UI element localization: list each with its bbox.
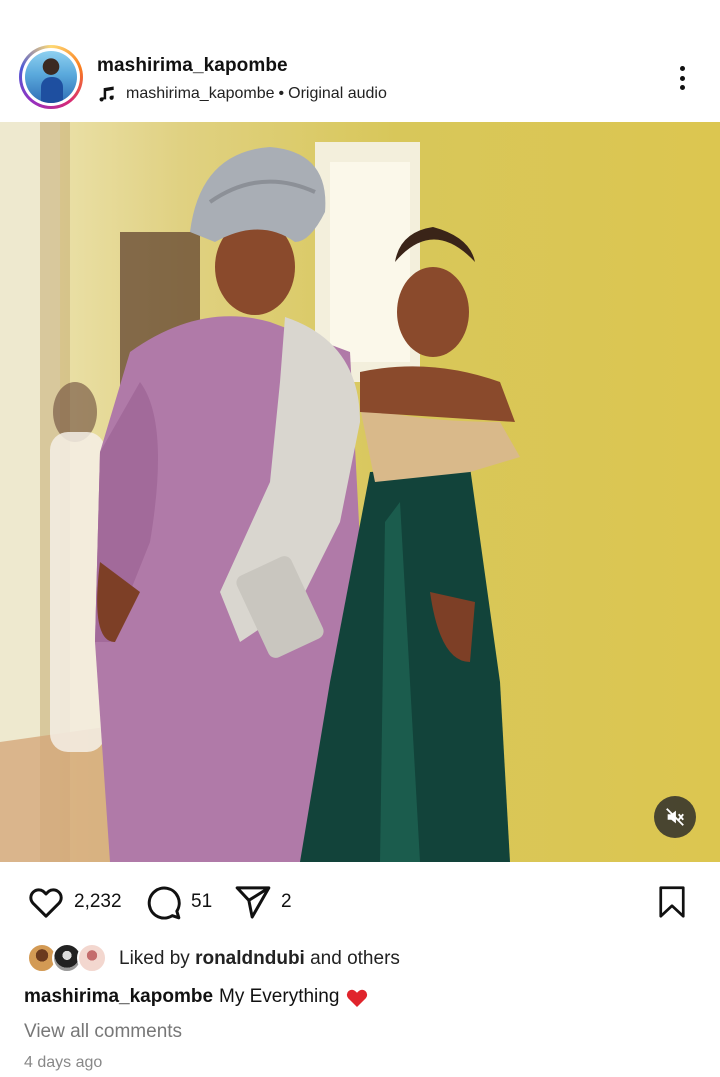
post-media[interactable] bbox=[0, 122, 720, 862]
muted-speaker-icon bbox=[666, 808, 684, 826]
heart-icon bbox=[29, 888, 63, 918]
share-button[interactable]: 2 bbox=[233, 882, 292, 922]
share-count[interactable]: 2 bbox=[281, 891, 292, 913]
liked-by-user[interactable]: ronaldndubi bbox=[195, 948, 305, 969]
post-timestamp: 4 days ago bbox=[24, 1054, 103, 1071]
audio-user: mashirima_kapombe bbox=[126, 85, 275, 102]
send-icon bbox=[235, 886, 271, 919]
avatar-image bbox=[25, 51, 77, 103]
liked-by-suffix[interactable]: and others bbox=[310, 948, 400, 969]
more-dot bbox=[679, 85, 685, 90]
audio-link[interactable]: mashirima_kapombe • Original audio bbox=[97, 83, 387, 105]
profile-avatar[interactable] bbox=[19, 45, 83, 109]
bookmark-icon[interactable] bbox=[654, 883, 690, 921]
liker-avatar bbox=[77, 943, 107, 973]
more-vertical-icon[interactable] bbox=[670, 62, 694, 94]
comment-count[interactable]: 51 bbox=[191, 891, 212, 913]
post-username[interactable]: mashirima_kapombe bbox=[97, 55, 288, 77]
caption-text: My Everything bbox=[219, 986, 340, 1007]
avatar-border bbox=[22, 48, 80, 106]
post-photo bbox=[0, 122, 520, 862]
like-button[interactable]: 2,232 bbox=[26, 882, 122, 922]
liked-by-text: Liked by ronaldndubi and others bbox=[119, 948, 400, 970]
music-note-icon bbox=[99, 86, 114, 102]
liker-avatars bbox=[27, 943, 111, 975]
comment-bubble-icon bbox=[147, 886, 181, 920]
audio-label: Original audio bbox=[288, 85, 387, 102]
red-heart-emoji-icon bbox=[347, 989, 368, 1007]
post-actions: 2,232 51 2 bbox=[0, 880, 720, 924]
audio-separator: • bbox=[278, 85, 285, 102]
more-dot bbox=[679, 75, 685, 81]
like-count[interactable]: 2,232 bbox=[74, 891, 122, 913]
liked-by-row[interactable]: Liked by ronaldndubi and others bbox=[27, 942, 400, 976]
more-dot bbox=[679, 66, 685, 71]
mute-toggle-button[interactable] bbox=[654, 796, 696, 838]
view-all-comments-link[interactable]: View all comments bbox=[24, 1021, 182, 1043]
comment-button[interactable]: 51 bbox=[143, 882, 212, 922]
caption-username[interactable]: mashirima_kapombe bbox=[24, 986, 213, 1008]
post-header: mashirima_kapombe mashirima_kapombe • Or… bbox=[0, 40, 720, 116]
liked-by-prefix: Liked by bbox=[119, 948, 190, 969]
post-caption: mashirima_kapombe My Everything bbox=[24, 986, 369, 1008]
